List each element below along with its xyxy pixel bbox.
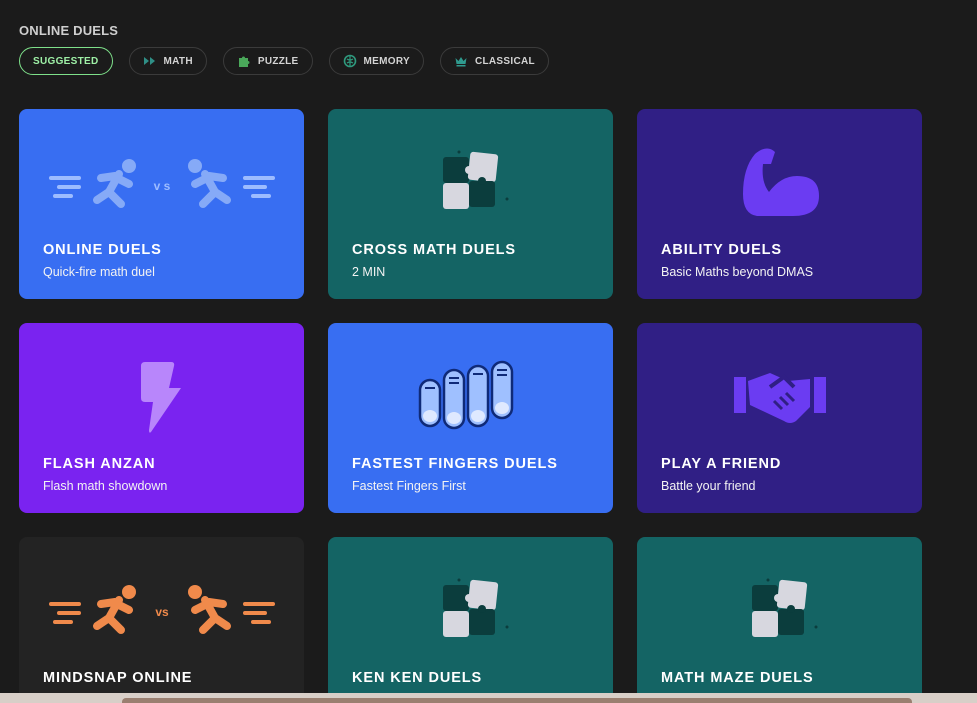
puzzle-pieces-icon — [751, 578, 817, 637]
card-title: MATH MAZE DUELS — [661, 670, 814, 686]
card-subtitle: Battle your friend — [661, 479, 756, 493]
handshake-icon — [733, 372, 826, 423]
card-ken-ken-duels[interactable]: KEN KEN DUELS — [328, 537, 613, 703]
card-flash-anzan[interactable]: FLASH ANZAN Flash math showdown — [19, 323, 304, 513]
section-title: ONLINE DUELS — [19, 23, 119, 38]
card-subtitle: Basic Maths beyond DMAS — [661, 265, 814, 279]
fingers-icon — [418, 360, 513, 429]
puzzle-pieces-icon — [442, 578, 508, 637]
bottom-overlay-bar — [0, 693, 977, 703]
card-ability-duels[interactable]: ABILITY DUELS Basic Maths beyond DMAS — [637, 109, 922, 299]
card-cross-math-duels[interactable]: CROSS MATH DUELS 2 MIN — [328, 109, 613, 299]
card-play-a-friend[interactable]: PLAY A FRIEND Battle your friend — [637, 323, 922, 513]
card-title: PLAY A FRIEND — [661, 456, 782, 472]
fast-forward-icon — [143, 57, 155, 65]
filter-label: SUGGESTED — [33, 55, 99, 67]
filter-label: MEMORY — [363, 55, 410, 67]
card-math-maze-duels[interactable]: MATH MAZE DUELS — [637, 537, 922, 703]
svg-text:v s: v s — [153, 179, 170, 193]
card-subtitle: Quick-fire math duel — [43, 265, 155, 279]
brain-icon — [343, 54, 356, 68]
card-title: FLASH ANZAN — [43, 456, 156, 472]
puzzle-pieces-icon — [442, 150, 508, 209]
puzzle-icon — [238, 56, 250, 67]
card-title: FASTEST FINGERS DUELS — [352, 456, 558, 472]
duels-page: ONLINE DUELS SUGGESTED MATH PUZZLE MEMOR… — [0, 0, 977, 703]
filter-math[interactable]: MATH — [128, 47, 207, 75]
filter-chips: SUGGESTED MATH PUZZLE MEMORY CLASSICAL — [19, 47, 549, 75]
filter-memory[interactable]: MEMORY — [328, 47, 424, 75]
filter-classical[interactable]: CLASSICAL — [439, 47, 549, 75]
bottom-overlay-panel — [122, 698, 912, 703]
filter-label: MATH — [163, 55, 193, 67]
card-subtitle: Fastest Fingers First — [352, 479, 466, 493]
filter-suggested[interactable]: SUGGESTED — [19, 47, 113, 75]
runners-vs-icon: v s — [48, 158, 275, 208]
filter-puzzle[interactable]: PUZZLE — [222, 47, 313, 75]
card-title: MINDSNAP ONLINE — [43, 670, 193, 686]
runners-vs-orange-icon: vs — [48, 584, 275, 634]
filter-label: PUZZLE — [257, 55, 299, 67]
card-online-duels[interactable]: v s ONLINE DUELS Quick-fire math duel — [19, 109, 304, 299]
filter-label: CLASSICAL — [474, 55, 535, 67]
card-fastest-fingers-duels[interactable]: FASTEST FINGERS DUELS Fastest Fingers Fi… — [328, 323, 613, 513]
crown-icon — [455, 57, 467, 67]
card-title: CROSS MATH DUELS — [352, 242, 516, 258]
svg-text:vs: vs — [155, 605, 169, 619]
card-title: ONLINE DUELS — [43, 242, 162, 258]
lightning-icon — [140, 361, 181, 433]
card-subtitle: 2 MIN — [352, 265, 386, 279]
card-title: KEN KEN DUELS — [352, 670, 483, 686]
flexed-arm-icon — [742, 147, 819, 216]
card-mindsnap-online[interactable]: vs MINDSNAP ONLINE — [19, 537, 304, 703]
card-subtitle: Flash math showdown — [43, 479, 168, 493]
card-title: ABILITY DUELS — [661, 242, 782, 258]
